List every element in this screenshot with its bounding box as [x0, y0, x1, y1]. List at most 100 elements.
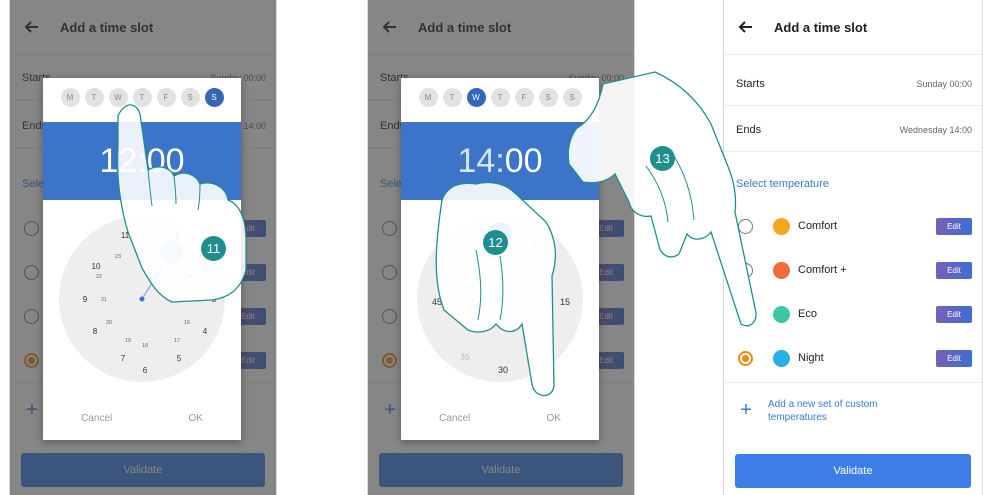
temperature-label: Eco: [798, 308, 817, 320]
page-title: Add a time slot: [60, 19, 154, 35]
clock-number: 45: [432, 297, 442, 307]
edit-button[interactable]: Edit: [936, 349, 972, 367]
ends-row[interactable]: Ends Wednesday 14:00: [724, 108, 982, 152]
moon-icon: [773, 349, 790, 367]
validate-button[interactable]: Validate: [735, 454, 971, 488]
page-title: Add a time slot: [774, 19, 868, 35]
edit-button[interactable]: Edit: [936, 217, 972, 235]
radio-button[interactable]: [382, 264, 397, 280]
radio-button[interactable]: [738, 262, 753, 278]
clock-number: 15: [560, 297, 570, 307]
hour-clock-face[interactable]: 12 11 1 10 2 9 3 8 4 7 5 6 23 22 14 21 1: [59, 216, 225, 382]
plus-icon: +: [740, 399, 752, 421]
day-thursday[interactable]: T: [132, 88, 152, 107]
page-title: Add a time slot: [418, 19, 512, 35]
validate-button[interactable]: Validate: [21, 453, 265, 487]
day-saturday[interactable]: S: [538, 88, 558, 107]
phone-screen-step-11: Add a time slot Starts Sunday 00:00 Ends…: [9, 0, 277, 495]
app-header: Add a time slot: [10, 0, 276, 55]
select-temperature-heading: Select temperature: [736, 178, 829, 190]
arrow-left-icon[interactable]: [380, 17, 400, 37]
clock-number: 23: [115, 254, 121, 260]
clock-number: 8: [93, 327, 98, 336]
clock-number: 11: [121, 231, 130, 240]
clock-number: 1: [175, 231, 180, 240]
clock-number: 05: [533, 239, 542, 248]
day-sunday[interactable]: S: [562, 88, 582, 107]
radio-button-selected[interactable]: [24, 352, 39, 368]
ok-button[interactable]: OK: [546, 413, 560, 424]
temperature-option[interactable]: Comfort Edit: [724, 204, 982, 248]
temperature-option[interactable]: Eco Edit: [724, 292, 982, 336]
radio-button[interactable]: [24, 264, 39, 280]
radio-button[interactable]: [24, 308, 39, 324]
ok-button[interactable]: OK: [188, 413, 202, 424]
phone-screen-step-12: Add a time slot Starts Sunday 00:00 Ends…: [367, 0, 635, 495]
edit-button[interactable]: Edit: [936, 305, 972, 323]
day-monday[interactable]: M: [418, 88, 438, 107]
cancel-button[interactable]: Cancel: [439, 413, 470, 424]
temperature-option[interactable]: Comfort + Edit: [724, 248, 982, 292]
ends-value: Wednesday 14:00: [899, 124, 972, 135]
add-time-slot-screen: Add a time slot Starts Sunday 00:00 Ends…: [724, 0, 982, 495]
cancel-button[interactable]: Cancel: [81, 413, 112, 424]
clock-number: 3: [212, 295, 217, 304]
clock-number: 30: [498, 365, 508, 375]
day-monday[interactable]: M: [60, 88, 80, 107]
clock-number: 55: [461, 239, 470, 248]
radio-button[interactable]: [738, 218, 753, 234]
day-tuesday[interactable]: T: [84, 88, 104, 107]
clock-number: 17: [174, 338, 180, 344]
leaf-icon: [773, 305, 790, 323]
clock-number: 18: [142, 343, 148, 349]
radio-button[interactable]: [382, 308, 397, 324]
clock-number: 5: [177, 354, 182, 363]
clock-number: 22: [96, 274, 102, 280]
flame-icon: [773, 261, 790, 279]
day-thursday[interactable]: T: [490, 88, 510, 107]
weekday-selector: M T W T F S S: [43, 88, 241, 110]
edit-button[interactable]: Edit: [936, 261, 972, 279]
temperature-option[interactable]: Night Edit: [724, 336, 982, 380]
time-value[interactable]: 12:00: [99, 142, 184, 181]
starts-row[interactable]: Starts Sunday 00:00: [724, 62, 982, 106]
dialog-actions: Cancel OK: [401, 413, 599, 424]
day-sunday[interactable]: S: [204, 88, 224, 107]
time-display: 14 : 00: [401, 122, 599, 200]
day-friday[interactable]: F: [156, 88, 176, 107]
temperature-label: Night: [798, 352, 824, 364]
clock-number: 12: [167, 250, 175, 257]
phone-screen-step-13: Add a time slot Starts Sunday 00:00 Ends…: [723, 0, 983, 495]
radio-button-selected[interactable]: [382, 352, 397, 368]
day-friday[interactable]: F: [514, 88, 534, 107]
clock-number: 35: [461, 353, 470, 362]
step-badge: 13: [650, 146, 675, 171]
time-minute[interactable]: 00: [505, 142, 543, 181]
arrow-left-icon[interactable]: [22, 17, 42, 37]
starts-value: Sunday 00:00: [916, 78, 972, 89]
radio-button[interactable]: [382, 220, 397, 236]
weekday-selector: M T W T F S S: [401, 88, 599, 110]
dialog-actions: Cancel OK: [43, 413, 241, 424]
radio-button[interactable]: [24, 220, 39, 236]
app-header: Add a time slot: [724, 0, 982, 55]
day-saturday[interactable]: S: [180, 88, 200, 107]
day-wednesday[interactable]: W: [466, 88, 486, 107]
time-separator: :: [495, 141, 505, 180]
time-hour[interactable]: 14: [457, 142, 495, 181]
step-badge: 12: [483, 230, 508, 255]
plus-icon: +: [26, 399, 38, 421]
time-display: 12:00: [43, 122, 241, 200]
validate-button[interactable]: Validate: [379, 453, 623, 487]
arrow-left-icon[interactable]: [736, 17, 756, 37]
day-tuesday[interactable]: T: [442, 88, 462, 107]
clock-number: 19: [125, 338, 131, 344]
day-wednesday[interactable]: W: [108, 88, 128, 107]
add-custom-temperatures[interactable]: + Add a new set of custom temperatures: [724, 382, 982, 438]
radio-button[interactable]: [738, 306, 753, 322]
starts-label: Starts: [736, 77, 765, 90]
app-header: Add a time slot: [368, 0, 634, 55]
clock-number: 20: [106, 320, 112, 326]
sun-icon: [773, 217, 790, 235]
radio-button-selected[interactable]: [738, 350, 753, 366]
